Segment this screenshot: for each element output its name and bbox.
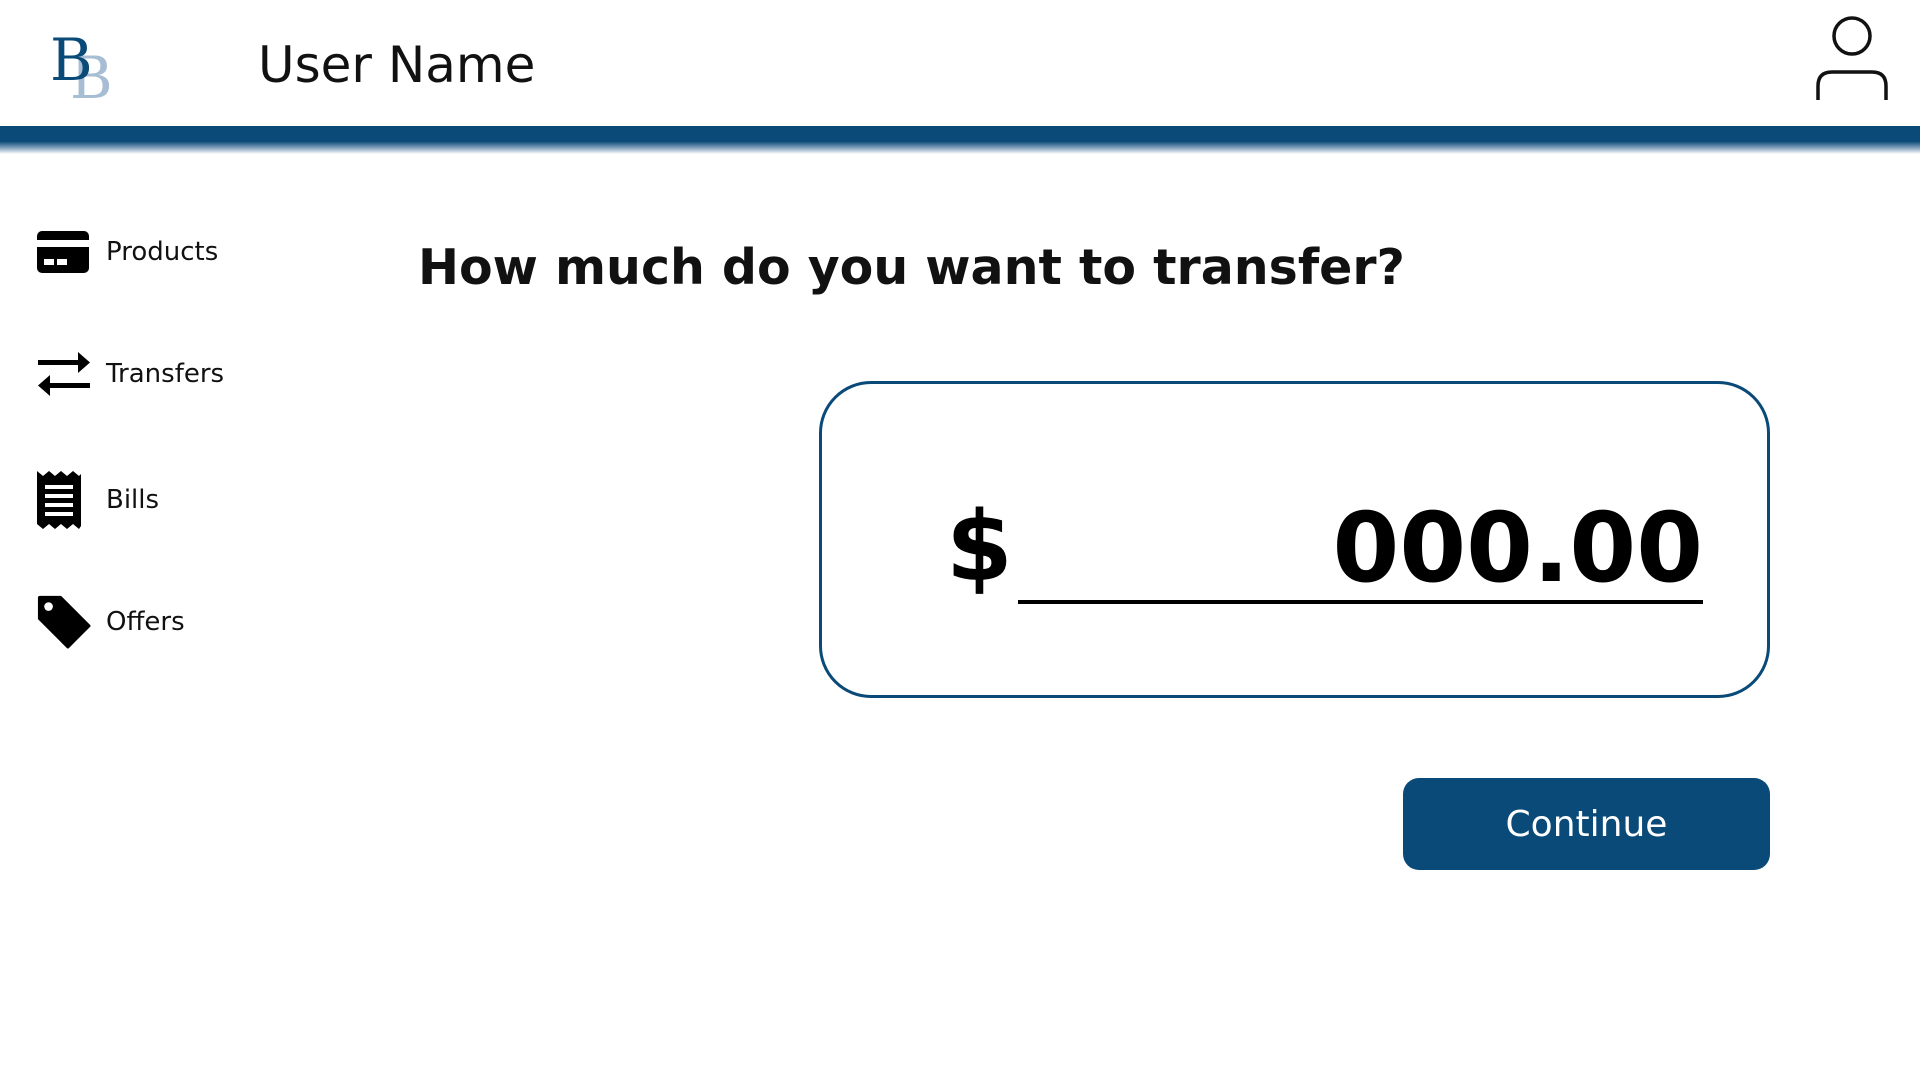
- bank-logo[interactable]: B B: [50, 26, 113, 110]
- logo-letter-primary: B: [50, 26, 93, 94]
- user-name: User Name: [258, 36, 536, 94]
- credit-card-icon: [36, 224, 92, 280]
- sidebar-item-label: Offers: [106, 607, 185, 637]
- sidebar-item-bills[interactable]: Bills: [36, 468, 296, 532]
- user-icon[interactable]: [1814, 16, 1890, 102]
- app-header: B B User Name: [0, 0, 1920, 126]
- sidebar-item-label: Transfers: [106, 359, 225, 389]
- page-title: How much do you want to transfer?: [418, 239, 1405, 296]
- sidebar-item-label: Products: [106, 237, 219, 267]
- currency-symbol: $: [946, 491, 1013, 603]
- header-accent-bar: [0, 126, 1920, 154]
- receipt-icon: [36, 471, 92, 529]
- sidebar-item-offers[interactable]: Offers: [36, 590, 296, 654]
- sidebar-item-transfers[interactable]: Transfers: [36, 342, 296, 406]
- amount-input[interactable]: [1018, 496, 1703, 604]
- transfer-arrows-icon: [36, 346, 92, 402]
- amount-card: $: [819, 381, 1770, 698]
- sidebar-item-label: Bills: [106, 485, 160, 515]
- tag-icon: [36, 594, 92, 650]
- sidebar-item-products[interactable]: Products: [36, 220, 296, 284]
- continue-button[interactable]: Continue: [1403, 778, 1770, 870]
